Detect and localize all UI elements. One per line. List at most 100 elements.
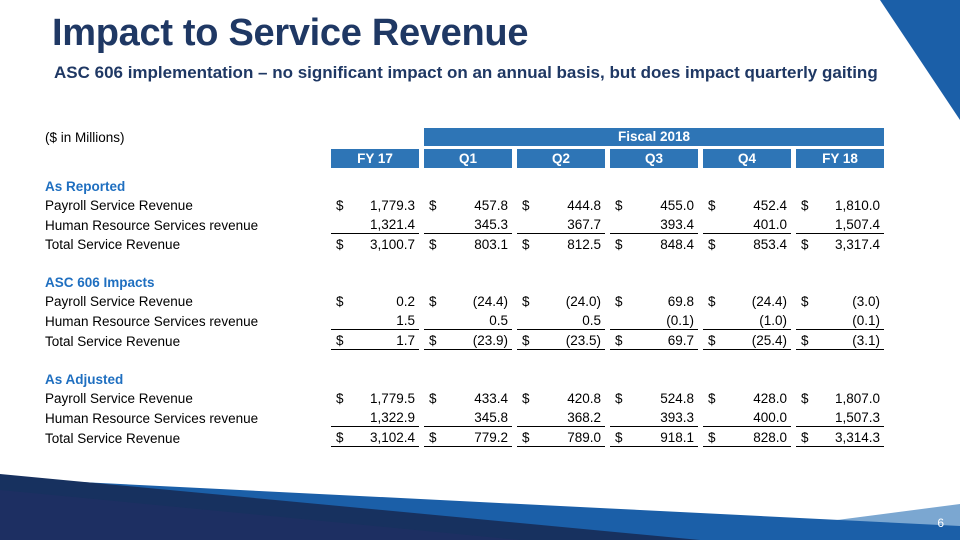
cell-value: 0.5	[517, 310, 605, 330]
cell-number: (23.5)	[565, 333, 601, 348]
cell-value: $1,779.3	[331, 195, 419, 214]
cell-value: $789.0	[517, 426, 605, 447]
cell-value: $69.7	[610, 329, 698, 350]
cell-number: 828.0	[753, 430, 787, 445]
currency-symbol: $	[336, 198, 344, 213]
cell-value: $ (24.4)	[703, 291, 791, 310]
slide-canvas: 6 Impact to Service Revenue ASC 606 impl…	[0, 0, 960, 540]
cell-value: 1,507.4	[796, 214, 884, 234]
cell-number: 1,507.3	[835, 410, 881, 425]
column-header-fy-18: FY 18	[796, 149, 885, 168]
cell-number: (24.4)	[472, 294, 508, 309]
cell-value: $3,317.4	[796, 233, 885, 253]
cell-number: 0.5	[582, 313, 601, 328]
cell-value: $3,314.3	[796, 426, 885, 447]
cell-number: 452.4	[753, 198, 787, 213]
table-row: Payroll Service Revenue $1,779.5 $433.4 $42…	[45, 388, 884, 407]
currency-symbol: $	[708, 198, 716, 213]
row-label: Human Resource Services revenue	[45, 217, 259, 233]
spacer-cell	[517, 350, 605, 362]
row-label: Total Service Revenue	[45, 430, 181, 446]
cell-number: 455.0	[660, 198, 694, 213]
cell-value: $1,779.5	[331, 388, 419, 407]
row-label: Human Resource Services revenue	[45, 313, 259, 329]
cell-value: $ (23.5)	[517, 329, 605, 350]
cell-number: 3,314.3	[835, 430, 881, 445]
currency-symbol: $	[336, 430, 344, 445]
currency-symbol: $	[801, 430, 809, 445]
cell-value: $ (3.1)	[796, 329, 885, 350]
cell-number: 1.5	[396, 313, 415, 328]
revenue-table: Fiscal 2018 FY 17 Q1 Q2 Q3 Q4 FY 18 As Reported…	[45, 128, 885, 447]
table-row: Payroll Service Revenue $1,779.3 $457.8 $44…	[45, 195, 884, 214]
cell-number: 1,779.3	[369, 198, 415, 213]
cell-number: (23.9)	[472, 333, 508, 348]
cell-number: 0.5	[489, 313, 508, 328]
cell-value: 345.3	[424, 214, 512, 234]
cell-value: $803.1	[424, 233, 512, 253]
cell-number: (1.0)	[759, 313, 787, 328]
cell-number: 0.2	[396, 294, 415, 309]
cell-value: $433.4	[424, 388, 512, 407]
cell-number: 400.0	[753, 410, 787, 425]
cell-number: 401.0	[753, 217, 787, 232]
currency-symbol: $	[615, 333, 623, 348]
cell-value: $779.2	[424, 426, 512, 447]
cell-number: 420.8	[567, 391, 601, 406]
currency-symbol: $	[801, 294, 809, 309]
cell-value: $812.5	[517, 233, 605, 253]
cell-number: (3.0)	[852, 294, 881, 309]
cell-value: $428.0	[703, 388, 791, 407]
cell-value: $853.4	[703, 233, 791, 253]
cell-number: 1,322.9	[369, 410, 415, 425]
spacer-cell	[424, 350, 512, 362]
spacer-cell	[45, 253, 331, 264]
cell-number: 3,102.4	[369, 430, 415, 445]
column-header-q2: Q2	[517, 149, 605, 168]
cell-value: 345.8	[424, 407, 512, 427]
row-label: Payroll Service Revenue	[45, 294, 193, 309]
row-label: Human Resource Services revenue	[45, 410, 259, 426]
bottom-corner-decoration	[0, 474, 960, 540]
currency-symbol: $	[708, 294, 716, 309]
cell-number: 393.4	[660, 217, 694, 232]
cell-value: $0.2	[331, 291, 419, 310]
section-title-row: As Reported	[45, 168, 884, 195]
section-spacer-row	[45, 350, 884, 362]
cell-value: 367.7	[517, 214, 605, 234]
row-label: Total Service Revenue	[45, 237, 181, 252]
cell-value: $69.8	[610, 291, 698, 310]
cell-value: 400.0	[703, 407, 791, 427]
currency-symbol: $	[615, 391, 623, 406]
column-header-q4: Q4	[703, 149, 791, 168]
cell-number: 367.7	[567, 217, 601, 232]
cell-number: 3,100.7	[369, 237, 415, 252]
currency-symbol: $	[336, 294, 344, 309]
revenue-table-body: Fiscal 2018 FY 17 Q1 Q2 Q3 Q4 FY 18 As Reported…	[45, 128, 885, 447]
cell-value: $420.8	[517, 388, 605, 407]
cell-value: 1.5	[331, 310, 419, 330]
spacer-cell	[703, 350, 791, 362]
cell-value: $1.7	[331, 329, 419, 350]
section-title-as-adjusted: As Adjusted	[45, 372, 124, 387]
cell-value: 393.3	[610, 407, 698, 427]
cell-number: 1,810.0	[835, 198, 881, 213]
cell-value: 393.4	[610, 214, 698, 234]
cell-number: (24.4)	[751, 294, 787, 309]
currency-symbol: $	[429, 430, 437, 445]
cell-number: (0.1)	[852, 313, 881, 328]
cell-value: 1,321.4	[331, 214, 419, 234]
cell-value: $1,810.0	[796, 195, 884, 214]
table-row: Payroll Service Revenue $0.2 $ (24.4) $ (24.0…	[45, 291, 884, 310]
section-title-row: ASC 606 Impacts	[45, 264, 884, 291]
page-subtitle: ASC 606 implementation – no significant …	[54, 63, 878, 82]
cell-value: (1.0)	[703, 310, 791, 330]
currency-symbol: $	[801, 237, 809, 252]
cell-number: 368.2	[567, 410, 601, 425]
currency-symbol: $	[336, 391, 344, 406]
column-header-q3: Q3	[610, 149, 698, 168]
currency-symbol: $	[801, 391, 809, 406]
currency-symbol: $	[522, 391, 530, 406]
financial-table: Fiscal 2018 FY 17 Q1 Q2 Q3 Q4 FY 18 As Reported…	[45, 128, 885, 447]
currency-symbol: $	[615, 430, 623, 445]
